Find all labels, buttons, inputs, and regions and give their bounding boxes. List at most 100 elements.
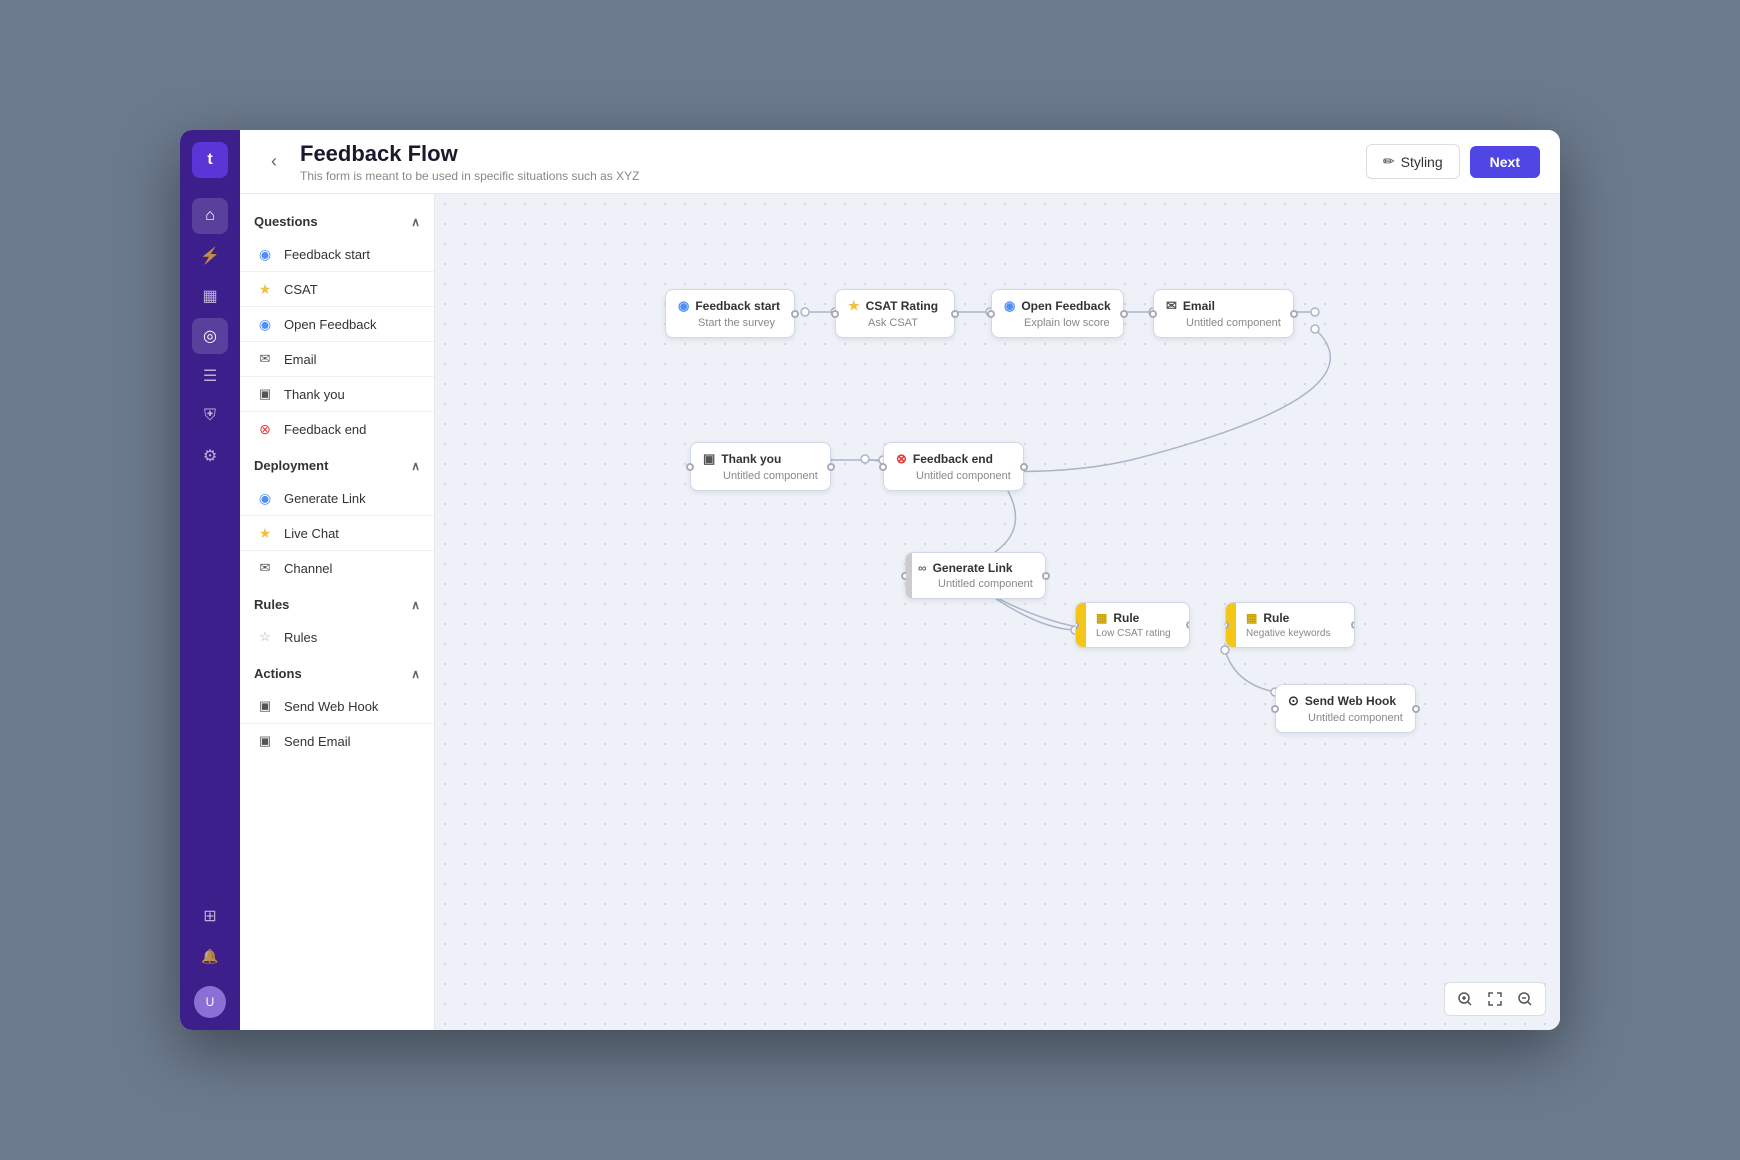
right-connector[interactable]	[791, 310, 799, 318]
right-connector[interactable]	[1042, 572, 1050, 580]
chevron-up-icon: ∧	[411, 459, 420, 473]
node-header: ⊗ Feedback end	[896, 451, 1011, 467]
list-item-feedback-end[interactable]: ⊗ Feedback end	[240, 412, 434, 446]
sidebar-icon-home[interactable]: ⌂	[192, 198, 228, 234]
rule-icon: ▦	[1246, 611, 1257, 625]
section-actions-header[interactable]: Actions ∧	[240, 658, 434, 689]
rule-content: ▦ Rule Negative keywords	[1236, 603, 1340, 647]
rule-header: ▦ Rule	[1246, 611, 1330, 625]
item-label: Feedback start	[284, 247, 370, 262]
circle-blue-icon: ◉	[256, 245, 274, 263]
list-item-generate-link[interactable]: ◉ Generate Link	[240, 481, 434, 516]
back-button[interactable]: ‹	[260, 148, 288, 176]
chevron-up-icon: ∧	[411, 215, 420, 229]
section-rules-label: Rules	[254, 597, 289, 612]
flow-canvas[interactable]: ◉ Feedback start Start the survey ★ CSAT…	[435, 194, 1560, 1030]
chevron-up-icon: ∧	[411, 667, 420, 681]
section-questions-label: Questions	[254, 214, 318, 229]
sidebar-icon-eye[interactable]: ◎	[192, 318, 228, 354]
left-connector[interactable]	[879, 463, 887, 471]
right-connector[interactable]	[1412, 705, 1420, 713]
list-item-channel[interactable]: ✉ Channel	[240, 551, 434, 585]
sidebar-icon-chart[interactable]: ▦	[192, 278, 228, 314]
fit-button[interactable]	[1483, 987, 1507, 1011]
list-item-csat[interactable]: ★ CSAT	[240, 272, 434, 307]
node-open-feedback[interactable]: ◉ Open Feedback Explain low score	[991, 289, 1124, 338]
left-connector[interactable]	[1271, 705, 1279, 713]
node-feedback-end[interactable]: ⊗ Feedback end Untitled component	[883, 442, 1024, 491]
node-feedback-start[interactable]: ◉ Feedback start Start the survey	[665, 289, 795, 338]
link-icon: ◉	[256, 489, 274, 507]
right-connector[interactable]	[1120, 310, 1128, 318]
node-send-webhook[interactable]: ⊙ Send Web Hook Untitled component	[1275, 684, 1416, 733]
section-questions-header[interactable]: Questions ∧	[240, 206, 434, 237]
section-deployment-header[interactable]: Deployment ∧	[240, 450, 434, 481]
envelope-icon: ✉	[1166, 298, 1177, 314]
sidebar-grid-icon[interactable]: ⊞	[192, 898, 228, 934]
node-subtitle: Ask CSAT	[848, 317, 942, 329]
section-rules-header[interactable]: Rules ∧	[240, 589, 434, 620]
app-logo[interactable]: t	[192, 142, 228, 178]
list-item-open-feedback[interactable]: ◉ Open Feedback	[240, 307, 434, 342]
node-csat-rating[interactable]: ★ CSAT Rating Ask CSAT	[835, 289, 955, 338]
chevron-up-icon: ∧	[411, 598, 420, 612]
list-item-rules[interactable]: ☆ Rules	[240, 620, 434, 654]
sidebar-icon-shield[interactable]: ⛨	[192, 398, 228, 434]
zoom-out-button[interactable]	[1513, 987, 1537, 1011]
webhook-icon: ▣	[256, 697, 274, 715]
item-label: Send Email	[284, 734, 350, 749]
node-rule-1[interactable]: ▦ Rule Low CSAT rating	[1075, 602, 1190, 648]
right-connector[interactable]	[1186, 621, 1190, 629]
content-area: Questions ∧ ◉ Feedback start ★ CSAT ◉ Op…	[240, 194, 1560, 1030]
list-item-send-email[interactable]: ▣ Send Email	[240, 724, 434, 758]
left-connector[interactable]	[987, 310, 995, 318]
right-connector[interactable]	[951, 310, 959, 318]
red-circle-icon: ⊗	[256, 420, 274, 438]
node-title: CSAT Rating	[866, 299, 938, 313]
sidebar-icon-gear[interactable]: ⚙	[192, 438, 228, 474]
sidebar-icon-bolt[interactable]: ⚡	[192, 238, 228, 274]
node-subtitle: Untitled component	[1288, 712, 1403, 724]
left-connector[interactable]	[831, 310, 839, 318]
channel-icon: ✉	[256, 559, 274, 577]
zoom-in-button[interactable]	[1453, 987, 1477, 1011]
node-email[interactable]: ✉ Email Untitled component	[1153, 289, 1294, 338]
sidebar-bell-icon[interactable]: 🔔	[192, 938, 228, 974]
square-icon: ▣	[256, 385, 274, 403]
list-item-feedback-start[interactable]: ◉ Feedback start	[240, 237, 434, 272]
node-header: ◉ Open Feedback	[1004, 298, 1111, 314]
right-connector[interactable]	[1351, 621, 1355, 629]
item-label: Generate Link	[284, 491, 366, 506]
list-item-email[interactable]: ✉ Email	[240, 342, 434, 377]
node-title: Email	[1183, 299, 1215, 313]
sidebar-icon-book[interactable]: ☰	[192, 358, 228, 394]
node-header: ⊙ Send Web Hook	[1288, 693, 1403, 709]
rule-subtitle: Low CSAT rating	[1096, 628, 1171, 639]
next-button[interactable]: Next	[1470, 146, 1540, 178]
node-thank-you[interactable]: ▣ Thank you Untitled component	[690, 442, 831, 491]
avatar[interactable]: U	[194, 986, 226, 1018]
node-subtitle: Explain low score	[1004, 317, 1111, 329]
rule-subtitle: Negative keywords	[1246, 628, 1330, 639]
list-item-live-chat[interactable]: ★ Live Chat	[240, 516, 434, 551]
link-icon: ∞	[918, 561, 927, 575]
square-icon: ▣	[703, 451, 715, 467]
node-subtitle: Untitled component	[703, 470, 818, 482]
star-outline-icon: ☆	[256, 628, 274, 646]
red-circle-icon: ⊗	[896, 451, 907, 467]
right-connector[interactable]	[827, 463, 835, 471]
question-icon: ◉	[256, 315, 274, 333]
node-title: Generate Link	[933, 561, 1013, 575]
left-connector[interactable]	[686, 463, 694, 471]
header: ‹ Feedback Flow This form is meant to be…	[240, 130, 1560, 194]
left-connector[interactable]	[1149, 310, 1157, 318]
right-connector[interactable]	[1020, 463, 1028, 471]
right-connector[interactable]	[1290, 310, 1298, 318]
list-item-send-webhook[interactable]: ▣ Send Web Hook	[240, 689, 434, 724]
item-label: Rules	[284, 630, 317, 645]
list-item-thank-you[interactable]: ▣ Thank you	[240, 377, 434, 412]
styling-button[interactable]: ✏ Styling	[1366, 144, 1460, 179]
node-subtitle: Start the survey	[678, 317, 782, 329]
node-generate-link[interactable]: ∞ Generate Link Untitled component	[905, 552, 1046, 599]
node-rule-2[interactable]: ▦ Rule Negative keywords	[1225, 602, 1355, 648]
